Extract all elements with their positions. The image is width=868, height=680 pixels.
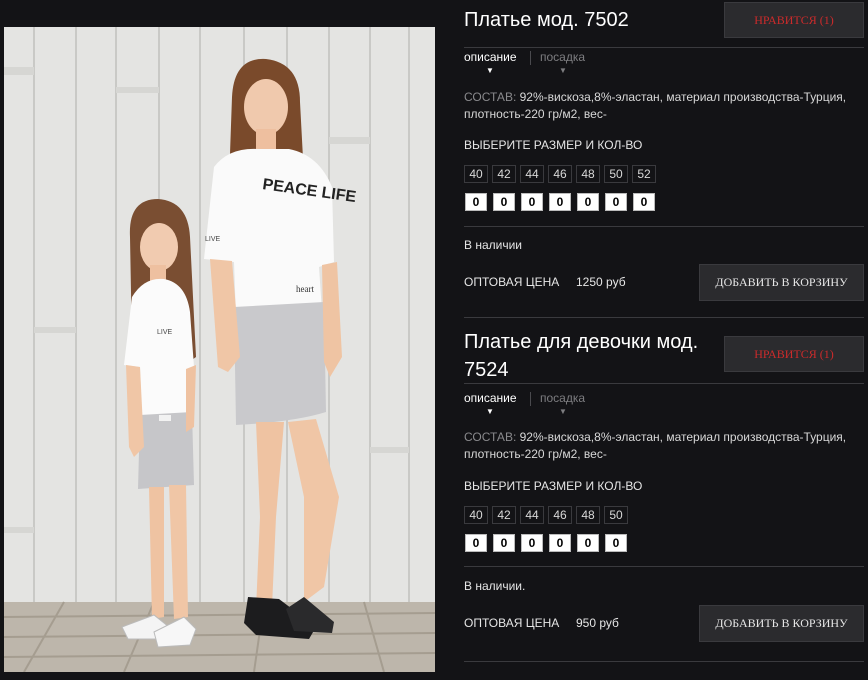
size-option[interactable]: 42 — [492, 506, 516, 524]
composition-value: 92%-вискоза,8%-эластан, материал произво… — [464, 430, 847, 461]
tab-fit[interactable]: посадка ▼ — [540, 50, 586, 75]
caret-down-icon: ▼ — [559, 407, 567, 416]
stock-status: В наличии. — [464, 579, 526, 593]
composition-label: СОСТАВ: — [464, 430, 517, 444]
tab-description[interactable]: описание ▼ — [464, 391, 517, 416]
product-title[interactable]: Платье для девочки мод. 7524 — [464, 328, 714, 384]
quantity-input[interactable] — [549, 193, 571, 211]
quantity-list — [465, 193, 655, 211]
composition-value: 92%-вискоза,8%-эластан, материал произво… — [464, 90, 847, 121]
shirt-print-hem: heart — [296, 284, 314, 294]
quantity-input[interactable] — [493, 193, 515, 211]
tab-label: описание — [464, 50, 517, 64]
size-option[interactable]: 48 — [576, 506, 600, 524]
quantity-input[interactable] — [465, 193, 487, 211]
add-to-cart-button[interactable]: ДОБАВИТЬ В КОРЗИНУ — [699, 264, 864, 301]
size-option[interactable]: 42 — [492, 165, 516, 183]
sleeve-print-woman: LIVE — [205, 236, 221, 243]
product-title[interactable]: Платье мод. 7502 — [464, 6, 714, 34]
photo-illustration: PEACE LIFE heart LIVE LIVE — [4, 27, 435, 672]
tab-separator — [530, 51, 531, 65]
caret-down-icon: ▼ — [559, 66, 567, 75]
like-button[interactable]: НРАВИТСЯ (1) — [724, 2, 864, 38]
stock-status: В наличии — [464, 238, 523, 252]
quantity-input[interactable] — [605, 534, 627, 552]
quantity-list — [465, 534, 627, 552]
size-section-title: ВЫБЕРИТЕ РАЗМЕР И КОЛ-ВО — [464, 479, 643, 493]
size-option[interactable]: 50 — [604, 165, 628, 183]
size-option[interactable]: 40 — [464, 165, 488, 183]
quantity-input[interactable] — [549, 534, 571, 552]
price-label: ОПТОВАЯ ЦЕНА — [464, 275, 560, 289]
size-option[interactable]: 48 — [576, 165, 600, 183]
tab-label: посадка — [540, 391, 586, 405]
tab-description[interactable]: описание ▼ — [464, 50, 517, 75]
tab-label: описание — [464, 391, 517, 405]
product-photo[interactable]: PEACE LIFE heart LIVE LIVE — [4, 27, 435, 672]
divider — [464, 661, 864, 662]
quantity-input[interactable] — [493, 534, 515, 552]
size-option[interactable]: 44 — [520, 506, 544, 524]
size-option[interactable]: 44 — [520, 165, 544, 183]
price-value: 1250 руб — [576, 275, 626, 289]
size-list: 40 42 44 46 48 50 — [464, 506, 628, 524]
divider — [464, 383, 864, 384]
size-option[interactable]: 46 — [548, 506, 572, 524]
price-value: 950 руб — [576, 616, 619, 630]
divider — [464, 566, 864, 567]
sleeve-print-girl: LIVE — [157, 329, 173, 336]
divider — [464, 226, 864, 227]
tab-fit[interactable]: посадка ▼ — [540, 391, 586, 416]
caret-down-icon: ▼ — [486, 407, 494, 416]
quantity-input[interactable] — [577, 193, 599, 211]
composition-text: СОСТАВ: 92%-вискоза,8%-эластан, материал… — [464, 89, 864, 123]
quantity-input[interactable] — [521, 534, 543, 552]
price-label: ОПТОВАЯ ЦЕНА — [464, 616, 560, 630]
quantity-input[interactable] — [605, 193, 627, 211]
tab-label: посадка — [540, 50, 586, 64]
size-option[interactable]: 50 — [604, 506, 628, 524]
quantity-input[interactable] — [577, 534, 599, 552]
composition-text: СОСТАВ: 92%-вискоза,8%-эластан, материал… — [464, 429, 864, 463]
quantity-input[interactable] — [521, 193, 543, 211]
quantity-input[interactable] — [465, 534, 487, 552]
composition-label: СОСТАВ: — [464, 90, 517, 104]
size-option[interactable]: 52 — [632, 165, 656, 183]
divider — [464, 317, 864, 318]
add-to-cart-button[interactable]: ДОБАВИТЬ В КОРЗИНУ — [699, 605, 864, 642]
caret-down-icon: ▼ — [486, 66, 494, 75]
size-list: 40 42 44 46 48 50 52 — [464, 165, 656, 183]
size-option[interactable]: 40 — [464, 506, 488, 524]
like-button[interactable]: НРАВИТСЯ (1) — [724, 336, 864, 372]
divider — [464, 47, 864, 48]
size-option[interactable]: 46 — [548, 165, 572, 183]
tab-separator — [530, 392, 531, 406]
size-section-title: ВЫБЕРИТЕ РАЗМЕР И КОЛ-ВО — [464, 138, 643, 152]
quantity-input[interactable] — [633, 193, 655, 211]
